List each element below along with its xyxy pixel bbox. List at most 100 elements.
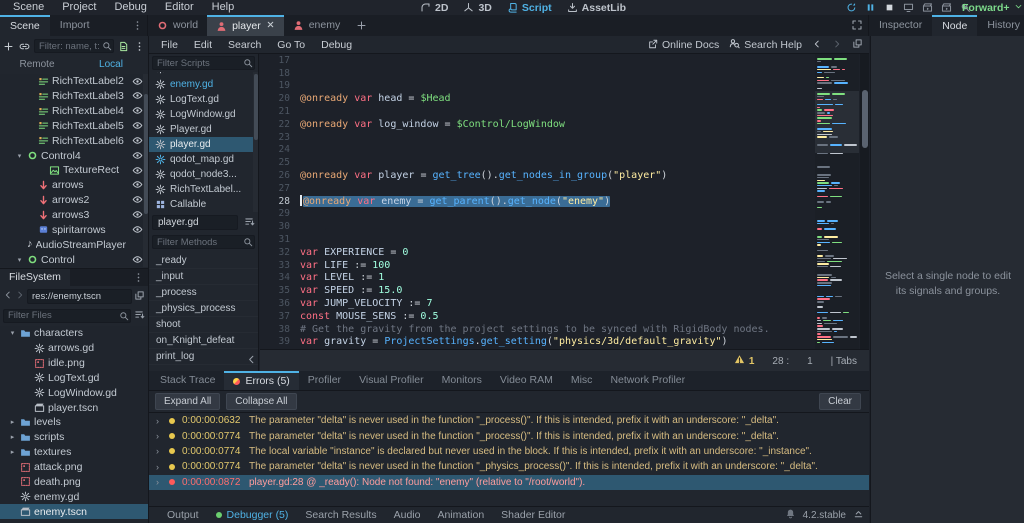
filter-methods-input[interactable] [152,235,255,249]
file-tree-row[interactable]: ▾characters [0,326,148,341]
error-row[interactable]: ›0:00:00:0632The parameter "delta" is ne… [149,413,869,428]
file-tree-row[interactable]: ▸levels [0,415,148,430]
scene-tree-row[interactable]: ♪AudioStreamPlayer [0,237,148,252]
tree-collapse-icon[interactable]: ▾ [15,256,24,264]
error-row[interactable]: ›0:00:00:0774The parameter "delta" is ne… [149,428,869,443]
debugger-tab-errors-5[interactable]: Errors (5) [224,371,298,390]
workspace-tab-2d[interactable]: 2D [420,2,448,14]
search-help-button[interactable]: Search Help [729,38,802,52]
dock-tab-inspector[interactable]: Inspector [869,15,932,36]
dock-tab-import[interactable]: Import [50,15,100,36]
visibility-eye-icon[interactable] [132,120,143,134]
nav-back-icon[interactable] [3,290,13,303]
code-scrollbar[interactable] [860,54,869,349]
script-menu-edit[interactable]: Edit [186,36,220,54]
debugger-tab-misc[interactable]: Misc [562,371,602,390]
method-list-item[interactable]: _process [149,285,258,301]
script-list-item[interactable]: Player.gd [149,122,258,137]
debugger-tab-video-ram[interactable]: Video RAM [491,371,562,390]
method-list-item[interactable]: on_Knight_defeat [149,333,258,349]
bottom-tab-debugger-5[interactable]: Debugger (5) [216,509,289,521]
script-list-item[interactable]: qodot_node3... [149,167,258,182]
close-icon[interactable] [266,17,275,36]
bottom-tab-output[interactable]: Output [167,509,199,521]
tree-collapse-icon[interactable]: ▾ [8,329,17,337]
scene-tree-row[interactable]: arrows2 [0,193,148,208]
scene-tree-row[interactable]: RichTextLabel4 [0,104,148,119]
script-list-item[interactable]: enemy.gd [149,77,258,92]
nav-forward-icon[interactable] [15,290,25,303]
renderer-dropdown[interactable]: Forward+ [962,0,1023,15]
script-menu-search[interactable]: Search [220,36,269,54]
script-list-item[interactable]: LogText.gd [149,92,258,107]
menu-scene[interactable]: Scene [4,0,53,15]
error-row[interactable]: ›0:00:00:0774The parameter "delta" is ne… [149,459,869,474]
file-tree-row[interactable]: idle.png [0,356,148,371]
script-list-item[interactable]: Callable [149,197,258,212]
tab-filesystem[interactable]: FileSystem [0,269,70,286]
collapse-bottom-panel-icon[interactable] [853,508,864,522]
split-mode-icon[interactable] [134,290,145,304]
visibility-eye-icon[interactable] [132,150,143,164]
restart-button[interactable] [846,2,857,13]
workspace-tab-script[interactable]: Script [507,2,552,14]
code-minimap[interactable] [815,54,859,349]
method-list-item[interactable]: print_log [149,349,258,365]
warning-count-badge[interactable]: 1 [734,354,755,368]
method-list-item[interactable]: _physics_process [149,301,258,317]
visibility-eye-icon[interactable] [132,105,143,119]
filesystem-menu-icon[interactable] [129,269,148,286]
instantiate-scene-button[interactable] [18,41,31,52]
current-script-dropdown[interactable]: player.gd [152,215,238,230]
file-tree-row[interactable]: ▸scripts [0,430,148,445]
method-list-item[interactable]: _ready [149,253,258,269]
add-node-button[interactable] [2,41,15,52]
debugger-tab-profiler[interactable]: Profiler [299,371,350,390]
visibility-eye-icon[interactable] [132,254,143,267]
scene-subtab-remote[interactable]: Remote [0,57,74,72]
debugger-tab-monitors[interactable]: Monitors [433,371,491,390]
menu-help[interactable]: Help [203,0,244,15]
workspace-tab-assetlib[interactable]: AssetLib [567,2,626,14]
tree-expand-icon[interactable]: ▸ [8,433,17,441]
visibility-eye-icon[interactable] [132,224,143,238]
scene-tab-enemy[interactable]: enemy [284,15,350,36]
expand-row-icon[interactable]: › [156,462,162,472]
error-row[interactable]: ›0:00:00:0774The local variable "instanc… [149,444,869,459]
dock-menu-icon[interactable] [128,15,147,36]
scene-tree-row[interactable]: ▾Control4 [0,148,148,163]
filter-scripts-input[interactable] [152,56,255,70]
scene-tree-row[interactable]: spiritarrows [0,222,148,237]
debugger-tab-visual-profiler[interactable]: Visual Profiler [350,371,433,390]
method-list-item[interactable]: shoot [149,317,258,333]
file-tree-row[interactable]: death.png [0,474,148,489]
menu-editor[interactable]: Editor [156,0,203,15]
scene-subtab-local[interactable]: Local [74,57,148,72]
file-tree-row[interactable]: arrows.gd [0,341,148,356]
history-forward-icon[interactable] [832,39,842,52]
sort-files-icon[interactable] [134,309,145,323]
monitor-button[interactable] [903,2,914,13]
error-row[interactable]: ›0:00:00:0872player.gd:28 @ _ready(): No… [149,475,869,490]
scene-tree-scrollbar[interactable] [143,74,148,267]
scene-tree-row[interactable]: RichTextLabel6 [0,133,148,148]
stop-button[interactable] [884,2,895,13]
workspace-tab-3d[interactable]: 3D [463,2,491,14]
clapper-button[interactable] [941,2,952,13]
script-list-item[interactable]: RichTextLabel... [149,182,258,197]
dock-tab-scene[interactable]: Scene [0,15,50,36]
collapse-all-button[interactable]: Collapse All [226,393,296,410]
file-tree-row[interactable]: ▸textures [0,445,148,460]
toggle-scripts-panel-icon[interactable] [246,354,257,368]
expand-all-button[interactable]: Expand All [155,393,220,410]
distraction-free-icon[interactable] [851,19,863,34]
online-docs-button[interactable]: Online Docs [648,39,719,52]
bottom-tab-shader-editor[interactable]: Shader Editor [501,509,565,521]
file-tree-row[interactable]: LogText.gd [0,371,148,386]
history-back-icon[interactable] [812,39,822,52]
menu-debug[interactable]: Debug [105,0,155,15]
path-input[interactable] [27,289,132,304]
script-list-item[interactable]: player.gd [149,137,258,152]
clear-button[interactable]: Clear [819,393,861,410]
bottom-tab-audio[interactable]: Audio [394,509,421,521]
